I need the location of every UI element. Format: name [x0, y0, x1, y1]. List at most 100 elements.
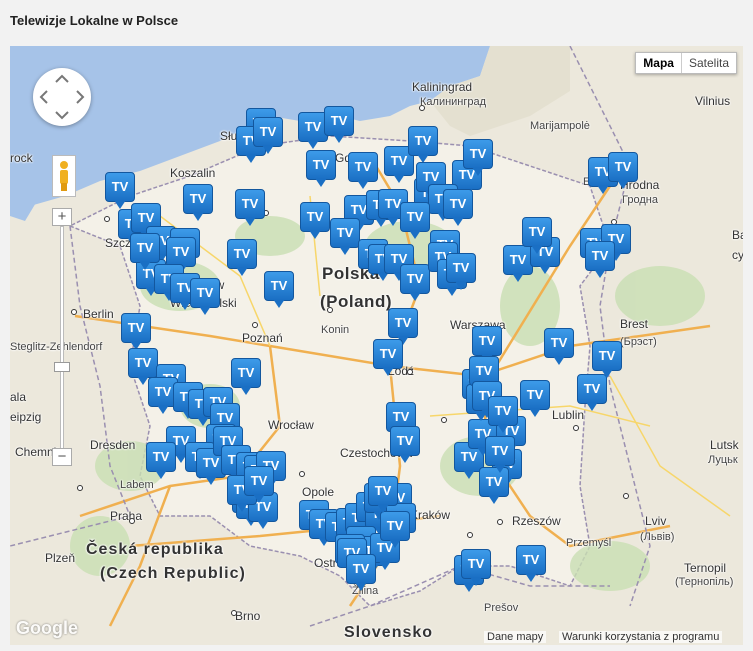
tv-marker[interactable]: TV: [306, 150, 336, 188]
city-dot: [623, 493, 629, 499]
city-label-opole: Opole: [302, 485, 335, 499]
tv-marker[interactable]: TV: [231, 358, 261, 396]
city-dot: [77, 485, 83, 491]
tv-marker[interactable]: TV: [516, 545, 546, 583]
tv-marker-label: TV: [300, 202, 330, 232]
city-label-przemysl: Przemyśl: [566, 537, 612, 549]
tv-marker[interactable]: TV: [400, 264, 430, 302]
tv-marker[interactable]: TV: [522, 217, 552, 255]
tv-marker-label: TV: [264, 271, 294, 301]
tv-marker[interactable]: TV: [368, 476, 398, 514]
tv-marker-label: TV: [522, 217, 552, 247]
map-type-control[interactable]: Mapa Satelita: [635, 52, 737, 74]
tv-marker[interactable]: TV: [324, 106, 354, 144]
city-label-berlin: Berlin: [83, 307, 114, 321]
zoom-out-button[interactable]: −: [52, 448, 72, 466]
tv-marker-label: TV: [348, 152, 378, 182]
tv-marker[interactable]: TV: [373, 339, 403, 377]
tv-marker[interactable]: TV: [577, 374, 607, 412]
tv-marker[interactable]: TV: [253, 117, 283, 155]
map-type-satellite-button[interactable]: Satelita: [680, 53, 736, 73]
city-label-kaliningrad_ru: Калининград: [420, 96, 487, 108]
city-label-ceska: Česká republika: [86, 541, 224, 558]
tv-marker[interactable]: TV: [235, 189, 265, 227]
map-canvas[interactable]: Kaliningrad Калининград Marijampolė Vilnius…: [10, 46, 743, 645]
tv-marker[interactable]: TV: [190, 278, 220, 316]
city-dot: [467, 532, 473, 538]
city-label-brno: Brno: [235, 609, 261, 623]
tv-marker[interactable]: TV: [463, 139, 493, 177]
city-label-eipzig: eipzig: [10, 410, 42, 424]
tv-marker-label: TV: [190, 278, 220, 308]
city-label-brest_ru: (Брэст): [620, 336, 657, 348]
tv-marker[interactable]: TV: [408, 126, 438, 164]
tv-marker[interactable]: TV: [146, 442, 176, 480]
tv-marker[interactable]: TV: [183, 184, 213, 222]
city-dot: [104, 216, 110, 222]
tv-marker[interactable]: TV: [348, 152, 378, 190]
tv-marker-label: TV: [324, 106, 354, 136]
city-label-poznan: Poznań: [242, 331, 283, 345]
city-label-praha: Praha: [110, 509, 143, 523]
tv-marker[interactable]: TV: [520, 380, 550, 418]
zoom-slider-handle[interactable]: [54, 362, 70, 372]
tv-marker[interactable]: TV: [244, 466, 274, 504]
tv-marker[interactable]: TV: [380, 511, 410, 549]
tv-marker-label: TV: [235, 189, 265, 219]
tv-marker[interactable]: TV: [300, 202, 330, 240]
tv-marker-label: TV: [346, 554, 376, 584]
tv-marker[interactable]: TV: [346, 554, 376, 592]
street-view-pegman[interactable]: [52, 155, 76, 197]
city-label-ba: Ba: [732, 228, 743, 242]
tv-marker-label: TV: [472, 326, 502, 356]
terms-link[interactable]: Warunki korzystania z programu: [559, 631, 723, 643]
city-label-labem: Labem: [120, 479, 154, 491]
map-data-link[interactable]: Dane mapy: [484, 631, 547, 643]
map-type-map-button[interactable]: Mapa: [636, 53, 681, 73]
city-label-lutsk_ua: Луцьк: [708, 454, 738, 466]
google-logo[interactable]: Google: [16, 618, 78, 639]
city-label-rock: rock: [10, 151, 33, 165]
city-label-wroclaw: Wrocław: [268, 418, 314, 432]
tv-marker[interactable]: TV: [608, 152, 638, 190]
tv-marker[interactable]: TV: [264, 271, 294, 309]
city-label-dresden: Dresden: [90, 438, 136, 452]
city-label-presov: Prešov: [484, 602, 519, 614]
tv-marker-label: TV: [183, 184, 213, 214]
city-dot: [441, 417, 447, 423]
pan-control[interactable]: [33, 68, 91, 126]
tv-marker-label: TV: [443, 189, 473, 219]
tv-marker[interactable]: TV: [130, 233, 160, 271]
zoom-in-button[interactable]: +: [52, 208, 72, 226]
tv-marker[interactable]: TV: [461, 549, 491, 587]
tv-marker[interactable]: TV: [121, 313, 151, 351]
tv-marker[interactable]: TV: [330, 218, 360, 256]
zoom-control[interactable]: + −: [52, 208, 72, 472]
city-label-grodno: Гродна: [622, 194, 658, 206]
tv-marker[interactable]: TV: [485, 436, 515, 474]
city-dot: [573, 425, 579, 431]
city-dot: [419, 105, 425, 111]
tv-marker[interactable]: TV: [488, 396, 518, 434]
tv-marker-label: TV: [520, 380, 550, 410]
tv-marker[interactable]: TV: [585, 241, 615, 279]
tv-marker-label: TV: [166, 237, 196, 267]
zoom-slider-track[interactable]: [60, 226, 64, 454]
tv-marker[interactable]: TV: [390, 426, 420, 464]
city-label-brest: Brest: [620, 317, 649, 331]
tv-marker[interactable]: TV: [446, 253, 476, 291]
tv-marker[interactable]: TV: [443, 189, 473, 227]
tv-marker[interactable]: TV: [544, 328, 574, 366]
city-dot: [327, 307, 333, 313]
tv-marker[interactable]: TV: [400, 202, 430, 240]
pegman-icon: [60, 161, 68, 191]
tv-marker-label: TV: [463, 139, 493, 169]
tv-marker[interactable]: TV: [592, 341, 622, 379]
page-title: Telewizje Lokalne w Polsce: [10, 13, 179, 28]
city-label-lutsk: Lutsk: [710, 438, 739, 452]
pan-arrows-icon[interactable]: [33, 68, 91, 126]
tv-marker[interactable]: TV: [227, 239, 257, 277]
city-label-konin: Konin: [321, 324, 350, 336]
tv-marker-label: TV: [128, 348, 158, 378]
city-label-vilnius: Vilnius: [695, 94, 731, 108]
